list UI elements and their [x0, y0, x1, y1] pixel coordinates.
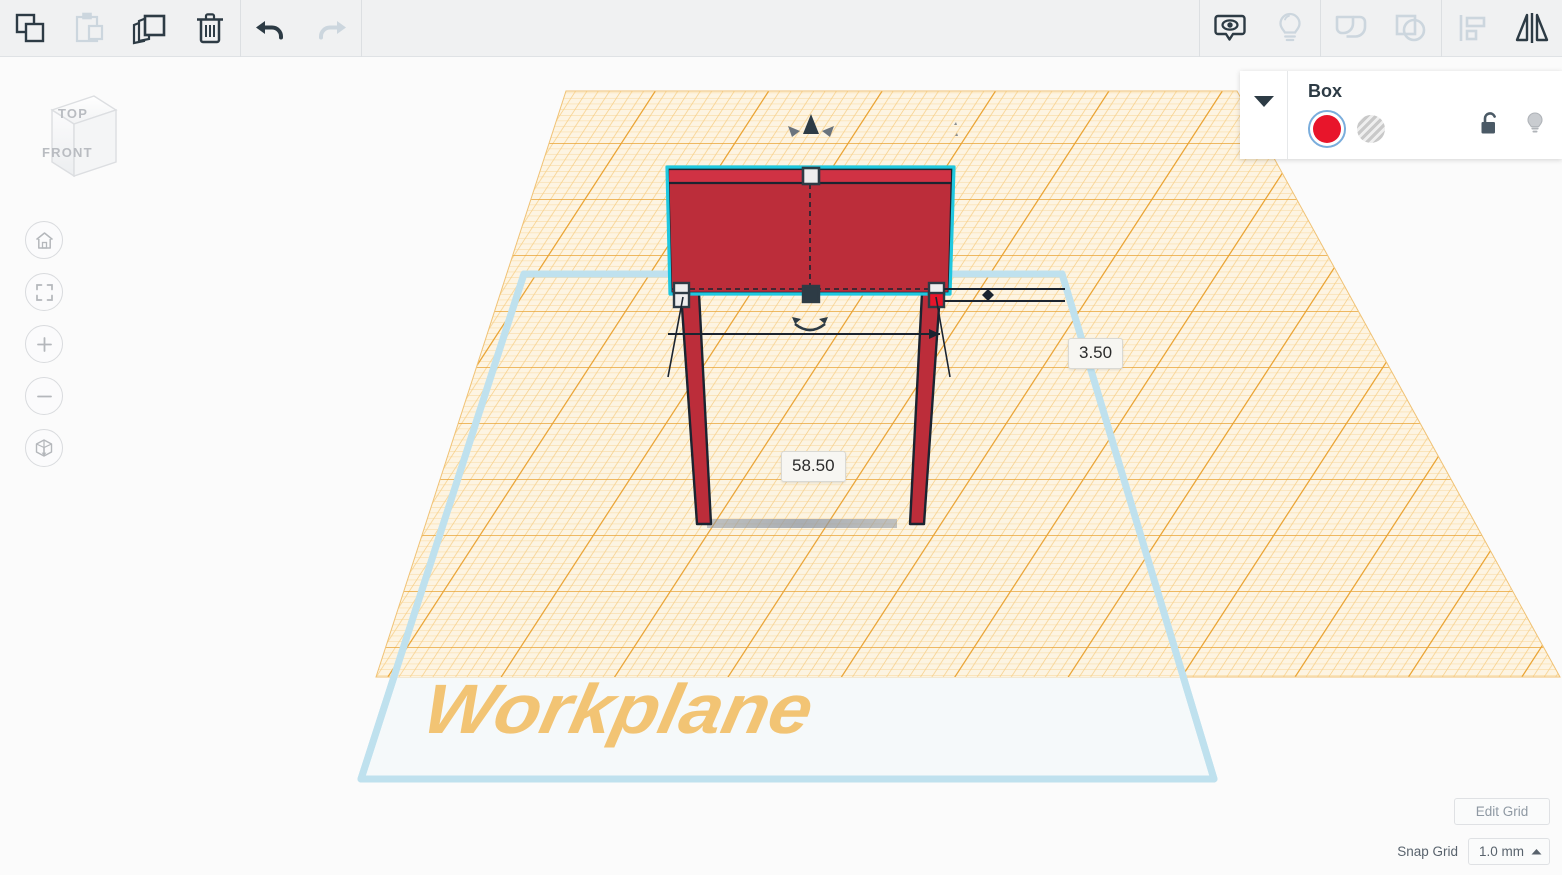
delete-icon	[197, 13, 223, 44]
view-cube[interactable]: TOP FRONT	[36, 88, 122, 188]
zoom-out-button[interactable]	[25, 377, 63, 415]
copy-button[interactable]	[0, 0, 60, 57]
unlock-icon[interactable]	[1478, 111, 1502, 137]
3d-viewport[interactable]: Workplane 3.50 58.50	[0, 57, 1562, 875]
show-hide-icon	[1214, 14, 1246, 41]
copy-icon	[15, 13, 45, 43]
tinkercad-editor: Workplane 3.50 58.50 TOP FRONT Box Edit …	[0, 0, 1562, 875]
hint-button[interactable]	[1260, 0, 1320, 57]
workplane-label: Workplane	[417, 670, 821, 749]
group-icon	[1335, 15, 1367, 38]
align-icon	[1459, 15, 1486, 41]
height-handle-center[interactable]	[801, 284, 821, 304]
group-button[interactable]	[1321, 0, 1381, 57]
ungroup-button[interactable]	[1381, 0, 1441, 57]
snap-grid-select[interactable]: 1.0 mm	[1468, 838, 1550, 865]
scale-handle-top-center[interactable]	[801, 166, 821, 186]
home-icon	[35, 231, 53, 249]
view-tools-group	[1200, 0, 1320, 57]
view-cube-icon	[50, 95, 118, 178]
object-name-label: Box	[1308, 81, 1343, 101]
undo-button[interactable]	[241, 0, 301, 57]
object-shadow	[707, 519, 897, 528]
snap-grid-label: Snap Grid	[1397, 844, 1458, 859]
align-button[interactable]	[1442, 0, 1502, 57]
mirror-button[interactable]	[1502, 0, 1562, 57]
lightbulb-icon[interactable]	[1524, 111, 1546, 137]
paste-button[interactable]	[60, 0, 120, 57]
duplicate-icon	[132, 14, 166, 45]
plus-icon	[36, 336, 52, 352]
top-toolbar	[0, 0, 1562, 57]
height-dimension-label[interactable]: 58.50	[781, 451, 846, 482]
duplicate-button[interactable]	[120, 0, 180, 57]
view-nav-controls	[25, 221, 63, 467]
chevron-down-icon	[1253, 96, 1274, 107]
ungroup-icon	[1395, 14, 1426, 42]
paste-icon	[75, 12, 104, 43]
solid-color-dot	[1313, 115, 1341, 143]
panel-body: Box	[1288, 71, 1562, 159]
home-view-button[interactable]	[25, 221, 63, 259]
lightbulb-icon	[1279, 12, 1301, 42]
perspective-toggle-button[interactable]	[25, 429, 63, 467]
show-hide-button[interactable]	[1200, 0, 1260, 57]
width-dimension-label[interactable]: 3.50	[1068, 338, 1124, 369]
mirror-icon	[1515, 13, 1549, 43]
snap-grid-row: Snap Grid 1.0 mm	[1397, 838, 1550, 865]
align-tools-group	[1442, 0, 1562, 57]
solid-color-swatch[interactable]	[1308, 110, 1346, 148]
fit-view-icon	[35, 283, 53, 301]
group-tools-group	[1321, 0, 1441, 57]
hole-swatch[interactable]	[1352, 110, 1390, 148]
chevron-up-icon	[1531, 848, 1542, 854]
fit-view-button[interactable]	[25, 273, 63, 311]
history-tools-group	[241, 0, 361, 57]
undo-icon	[256, 21, 283, 40]
zoom-in-button[interactable]	[25, 325, 63, 363]
hole-pattern-dot	[1357, 115, 1385, 143]
panel-collapse-button[interactable]	[1240, 71, 1288, 159]
object-properties-panel: Box	[1240, 71, 1562, 159]
delete-button[interactable]	[180, 0, 240, 57]
panel-action-icons	[1478, 111, 1546, 137]
minus-icon	[36, 395, 52, 397]
redo-icon	[319, 21, 346, 40]
redo-button[interactable]	[301, 0, 361, 57]
edit-tools-group	[0, 0, 240, 57]
perspective-cube-icon	[35, 439, 53, 457]
workplane-watermark: Workplane	[417, 670, 821, 749]
edit-grid-button[interactable]: Edit Grid	[1454, 798, 1550, 825]
snap-grid-value: 1.0 mm	[1479, 844, 1525, 859]
